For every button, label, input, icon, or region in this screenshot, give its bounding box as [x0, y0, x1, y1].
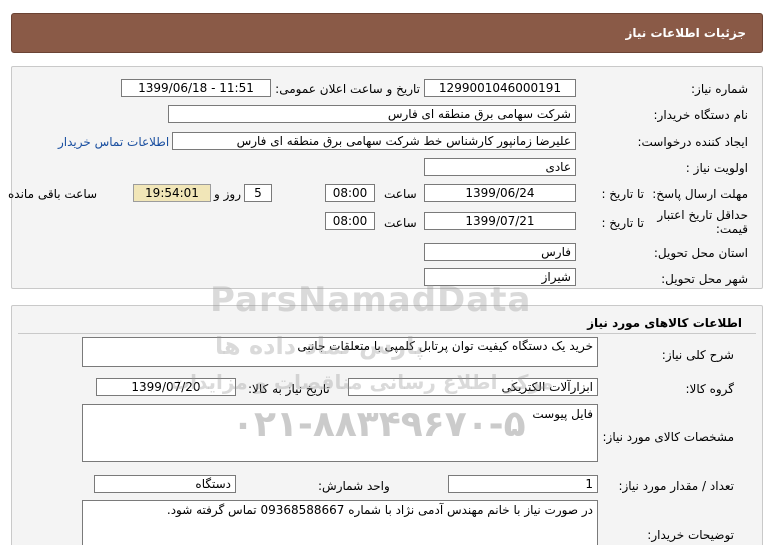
need-date-label: تاریخ نیاز به کالا: [248, 382, 330, 396]
quantity-label: تعداد / مقدار مورد نیاز: [618, 479, 734, 493]
announce-label: تاریخ و ساعت اعلان عمومی: [275, 82, 420, 96]
province-label: استان محل تحویل: [653, 246, 748, 260]
notes-label: توضیحات خریدار: [647, 528, 734, 542]
validity-time-field: 08:00 [325, 212, 375, 230]
need-info-panel [11, 66, 763, 289]
unit-label: واحد شمارش: [318, 479, 390, 493]
page-header: جزئیات اطلاعات نیاز [11, 13, 763, 53]
unit-field: دستگاه [94, 475, 236, 493]
city-field: شیراز [424, 268, 576, 286]
need-number-label: شماره نیاز: [691, 82, 748, 96]
goods-section-title: اطلاعات کالاهای مورد نیاز [587, 316, 742, 330]
validity-to-date-label: تا تاریخ : [601, 216, 644, 230]
summary-label: شرح کلی نیاز: [661, 348, 734, 362]
city-label: شهر محل تحویل: [661, 272, 748, 286]
remaining-time-field: 19:54:01 [133, 184, 211, 202]
deadline-time-field: 08:00 [325, 184, 375, 202]
quantity-field: 1 [448, 475, 598, 493]
group-field: ابزارآلات الکتریکی [348, 378, 598, 396]
validity-date-field: 1399/07/21 [424, 212, 576, 230]
creator-field: علیرضا زمانپور کارشناس خط شرکت سهامی برق… [172, 132, 576, 150]
group-label: گروه کالا: [685, 382, 735, 396]
announce-field: 1399/06/18 - 11:51 [121, 79, 271, 97]
province-field: فارس [424, 243, 576, 261]
need-number-field: 1299001046000191 [424, 79, 576, 97]
section-divider [18, 333, 756, 334]
notes-field: در صورت نیاز با خانم مهندس آدمی نژاد با … [82, 500, 598, 545]
buyer-field: شرکت سهامی برق منطقه ای فارس [168, 105, 576, 123]
deadline-to-date-label: تا تاریخ : [601, 187, 644, 201]
buyer-label: نام دستگاه خریدار: [653, 108, 749, 122]
validity-time-label: ساعت [384, 216, 417, 230]
deadline-date-field: 1399/06/24 [424, 184, 576, 202]
summary-field: خرید یک دستگاه کیفیت توان پرتابل کلمپی ب… [82, 337, 598, 367]
deadline-label: مهلت ارسال پاسخ: [652, 187, 748, 201]
specs-field: فایل پیوست [82, 404, 598, 462]
priority-label: اولویت نیاز : [685, 161, 748, 175]
validity-label: حداقل تاریخ اعتبار قیمت: [657, 208, 748, 236]
creator-label: ایجاد کننده درخواست: [637, 135, 748, 149]
specs-label: مشخصات کالای مورد نیاز: [602, 430, 734, 444]
need-date-field: 1399/07/20 [96, 378, 236, 396]
days-label: روز و [214, 187, 241, 201]
page-title: جزئیات اطلاعات نیاز [625, 26, 746, 40]
days-remaining-field: 5 [244, 184, 272, 202]
deadline-time-label: ساعت [384, 187, 417, 201]
priority-field: عادی [424, 158, 576, 176]
remaining-label: ساعت باقی مانده [8, 187, 98, 201]
buyer-contact-link[interactable]: اطلاعات تماس خریدار [58, 135, 169, 149]
